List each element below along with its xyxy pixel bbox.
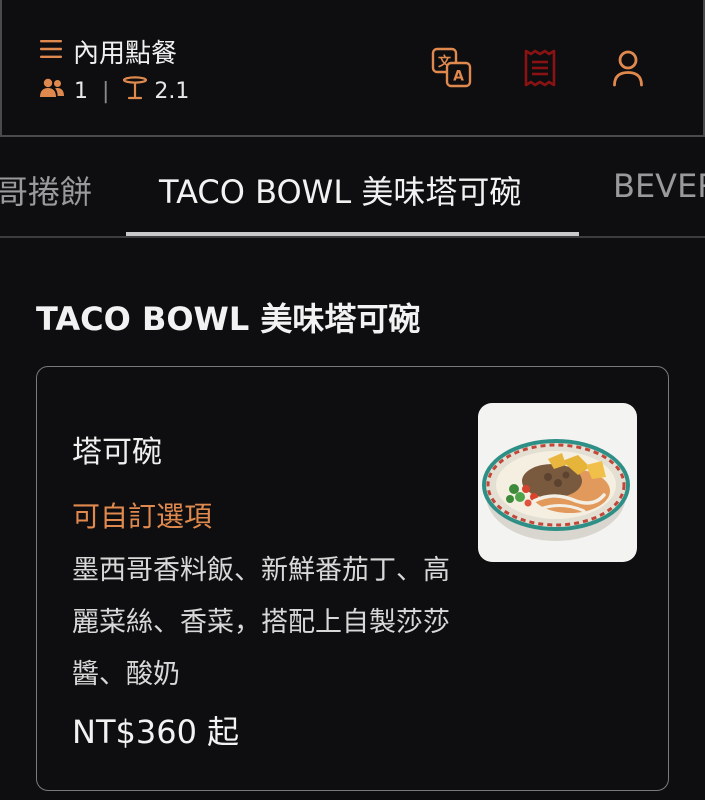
tab-taco-bowl[interactable]: TACO BOWL 美味塔可碗: [159, 167, 521, 213]
translate-icon: 文 A: [431, 47, 473, 93]
dining-mode-label: 內用點餐: [73, 38, 178, 69]
tab-beverages[interactable]: BEVERAGES: [613, 167, 705, 205]
category-tabs: 墨西哥捲餅 TACO BOWL 美味塔可碗 BEVERAGES: [0, 137, 705, 238]
order-info: 1 | 2.1: [39, 76, 189, 106]
table-number: 2.1: [154, 78, 190, 104]
table-icon: [122, 76, 148, 106]
item-price: NT$360 起: [72, 713, 240, 751]
svg-text:A: A: [453, 69, 464, 85]
section-title: TACO BOWL 美味塔可碗: [36, 300, 421, 338]
user-icon: [611, 48, 645, 92]
menu-item-card[interactable]: 塔可碗 可自訂選項 墨西哥香料飯、新鮮番茄丁、高麗菜絲、香菜，搭配上自製莎莎醬、…: [36, 366, 669, 791]
top-header: 內用點餐 1 | 2.1 文 A: [0, 0, 705, 137]
item-name: 塔可碗: [72, 435, 162, 470]
item-photo[interactable]: [478, 403, 637, 562]
active-tab-indicator: [126, 232, 579, 236]
receipt-icon: [523, 48, 557, 92]
guest-count: 1: [74, 78, 88, 104]
tab-burritos[interactable]: 墨西哥捲餅: [0, 167, 92, 213]
language-button[interactable]: 文 A: [430, 47, 474, 93]
info-separator: |: [102, 78, 110, 104]
customizable-tag: 可自訂選項: [72, 500, 213, 533]
dining-mode-button[interactable]: 內用點餐: [39, 34, 178, 69]
menu-icon: [39, 38, 63, 64]
taco-bowl-photo: [482, 439, 630, 541]
order-receipt-button[interactable]: [520, 48, 560, 92]
account-button[interactable]: [608, 48, 648, 92]
item-description: 墨西哥香料飯、新鮮番茄丁、高麗菜絲、香菜，搭配上自製莎莎醬、酸奶: [72, 555, 450, 690]
people-icon: [39, 78, 65, 104]
